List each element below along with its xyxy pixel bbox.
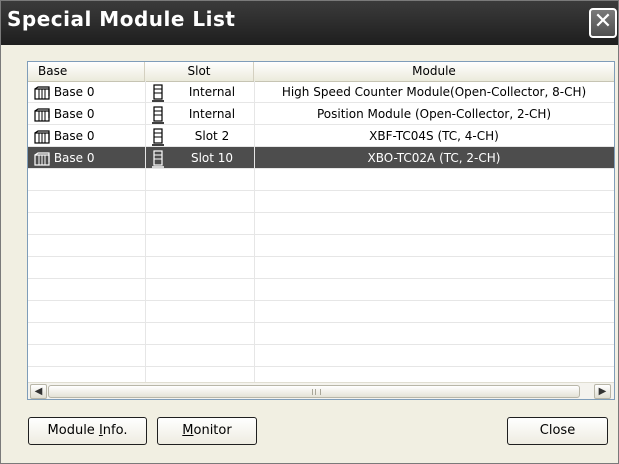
slot-cell: Internal bbox=[188, 85, 236, 99]
row-gridline bbox=[28, 146, 614, 147]
slot-card-icon bbox=[146, 147, 170, 169]
base-label: Base 0 bbox=[53, 129, 95, 143]
row-gridline bbox=[28, 344, 614, 345]
window-title: Special Module List bbox=[7, 7, 236, 31]
monitor-accel: M bbox=[182, 423, 194, 438]
module-cell: High Speed Counter Module(Open-Collector… bbox=[281, 85, 587, 99]
row-gridline bbox=[28, 278, 614, 279]
module-cell: XBF-TC04S (TC, 4-CH) bbox=[369, 129, 499, 143]
close-button[interactable]: Close bbox=[507, 417, 608, 445]
row-gridline bbox=[28, 256, 614, 257]
horizontal-scrollbar[interactable]: ◀ ▶ bbox=[28, 382, 614, 399]
table-row[interactable]: Base 0 Internal Position Module (Open-Coll… bbox=[28, 103, 614, 125]
table-row[interactable]: Base 0 Slot 10 XBO-TC02A (TC, 2-CH) bbox=[28, 147, 614, 169]
base-cell: Base 0 bbox=[34, 103, 144, 125]
module-list-view[interactable]: Base Slot Module Base 0 Internal High Spee… bbox=[27, 61, 615, 400]
monitor-button[interactable]: Monitor bbox=[157, 417, 257, 445]
slot-card-icon bbox=[146, 125, 170, 147]
base-rack-icon bbox=[34, 129, 50, 144]
column-header-module[interactable]: Module bbox=[254, 62, 614, 81]
row-gridline bbox=[28, 322, 614, 323]
row-gridline bbox=[28, 212, 614, 213]
module-cell: XBO-TC02A (TC, 2-CH) bbox=[367, 151, 501, 165]
slot-cell: Slot 2 bbox=[194, 129, 230, 143]
special-module-list-dialog: Special Module List ✕ Base Slot Module B… bbox=[0, 0, 619, 464]
column-divider bbox=[254, 81, 255, 383]
scroll-left-button[interactable]: ◀ bbox=[30, 384, 47, 399]
module-cell: Position Module (Open-Collector, 2-CH) bbox=[316, 107, 552, 121]
base-label: Base 0 bbox=[53, 151, 95, 165]
column-divider bbox=[145, 81, 146, 383]
base-label: Base 0 bbox=[53, 85, 95, 99]
table-row[interactable]: Base 0 Internal High Speed Counter Module(… bbox=[28, 81, 614, 103]
row-gridline bbox=[28, 190, 614, 191]
table-row[interactable]: Base 0 Slot 2 XBF-TC04S (TC, 4-CH) bbox=[28, 125, 614, 147]
module-info-button[interactable]: Module Info. bbox=[28, 417, 147, 445]
row-gridline bbox=[28, 366, 614, 367]
scroll-right-button[interactable]: ▶ bbox=[594, 384, 611, 399]
module-info-label-pre: Module bbox=[47, 423, 99, 438]
dialog-client: Base Slot Module Base 0 Internal High Spee… bbox=[5, 45, 616, 461]
row-gridline bbox=[28, 300, 614, 301]
column-header-slot[interactable]: Slot bbox=[145, 62, 254, 81]
base-cell: Base 0 bbox=[34, 125, 144, 147]
base-cell: Base 0 bbox=[34, 81, 144, 103]
list-header: Base Slot Module bbox=[28, 62, 614, 82]
base-cell: Base 0 bbox=[34, 147, 144, 169]
close-icon[interactable]: ✕ bbox=[589, 8, 617, 38]
row-gridline bbox=[28, 124, 614, 125]
slot-cell: Slot 10 bbox=[190, 151, 234, 165]
slot-card-icon bbox=[146, 81, 170, 103]
monitor-label-post: onitor bbox=[193, 423, 232, 438]
base-label: Base 0 bbox=[53, 107, 95, 121]
slot-cell: Internal bbox=[188, 107, 236, 121]
column-header-base[interactable]: Base bbox=[28, 62, 145, 81]
scroll-thumb[interactable] bbox=[48, 385, 580, 398]
row-gridline bbox=[28, 234, 614, 235]
slot-card-icon bbox=[146, 103, 170, 125]
row-gridline bbox=[28, 168, 614, 169]
base-rack-icon bbox=[34, 151, 50, 166]
title-bar: Special Module List ✕ bbox=[1, 1, 618, 45]
base-rack-icon bbox=[34, 107, 50, 122]
grip-icon bbox=[312, 389, 321, 395]
row-gridline bbox=[28, 102, 614, 103]
base-rack-icon bbox=[34, 85, 50, 100]
module-info-label-post: nfo. bbox=[102, 423, 128, 438]
